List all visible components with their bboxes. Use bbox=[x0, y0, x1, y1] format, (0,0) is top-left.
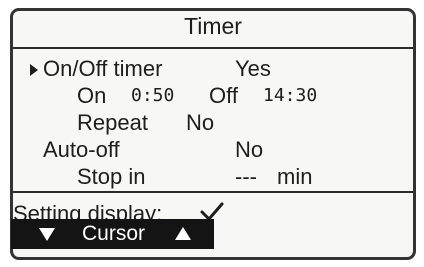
off-time-label: Off bbox=[209, 83, 238, 108]
cursor-label: Cursor bbox=[81, 222, 145, 245]
on-time-value[interactable]: 0:50 bbox=[131, 83, 174, 109]
auto-off-label: Auto-off bbox=[43, 137, 120, 162]
stop-in-value[interactable]: --- bbox=[235, 164, 257, 190]
footer-divider bbox=[13, 191, 413, 193]
cursor-key-guide[interactable]: Cursor bbox=[11, 219, 214, 249]
onoff-timer-label[interactable]: On/Off timer bbox=[43, 56, 162, 82]
down-triangle-icon[interactable] bbox=[39, 228, 55, 241]
selection-arrow-icon bbox=[30, 64, 38, 76]
on-time-label: On bbox=[77, 83, 107, 108]
repeat-label: Repeat bbox=[77, 110, 148, 135]
screen-title: Timer bbox=[184, 13, 242, 39]
title-divider bbox=[13, 47, 413, 49]
onoff-timer-value[interactable]: Yes bbox=[235, 56, 271, 82]
up-triangle-icon[interactable] bbox=[175, 227, 191, 240]
repeat-value[interactable]: No bbox=[186, 110, 214, 136]
off-time-value[interactable]: 14:30 bbox=[263, 83, 317, 109]
stop-in-unit: min bbox=[277, 164, 313, 189]
stop-in-label: Stop in bbox=[77, 164, 146, 189]
auto-off-value[interactable]: No bbox=[235, 137, 263, 163]
